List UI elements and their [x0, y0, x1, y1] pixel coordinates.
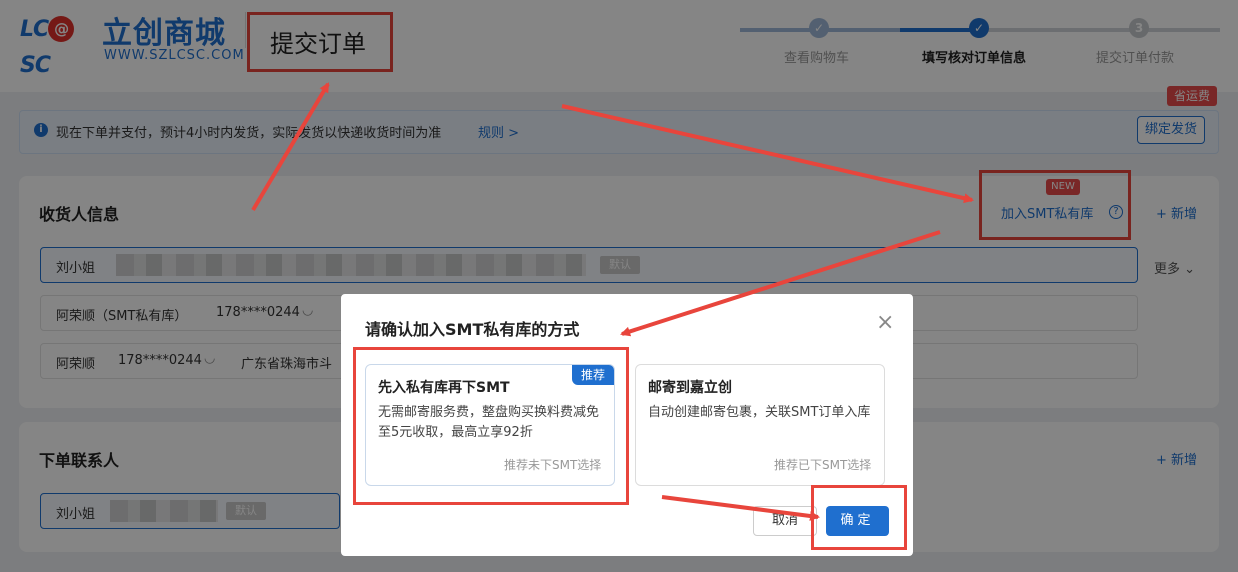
arrow-to-smt-link — [561, 104, 974, 204]
arrow-to-confirm — [661, 495, 820, 521]
annotation-arrows — [251, 82, 974, 521]
arrow-to-page-title — [251, 82, 330, 212]
arrow-to-dialog-title — [620, 230, 941, 337]
